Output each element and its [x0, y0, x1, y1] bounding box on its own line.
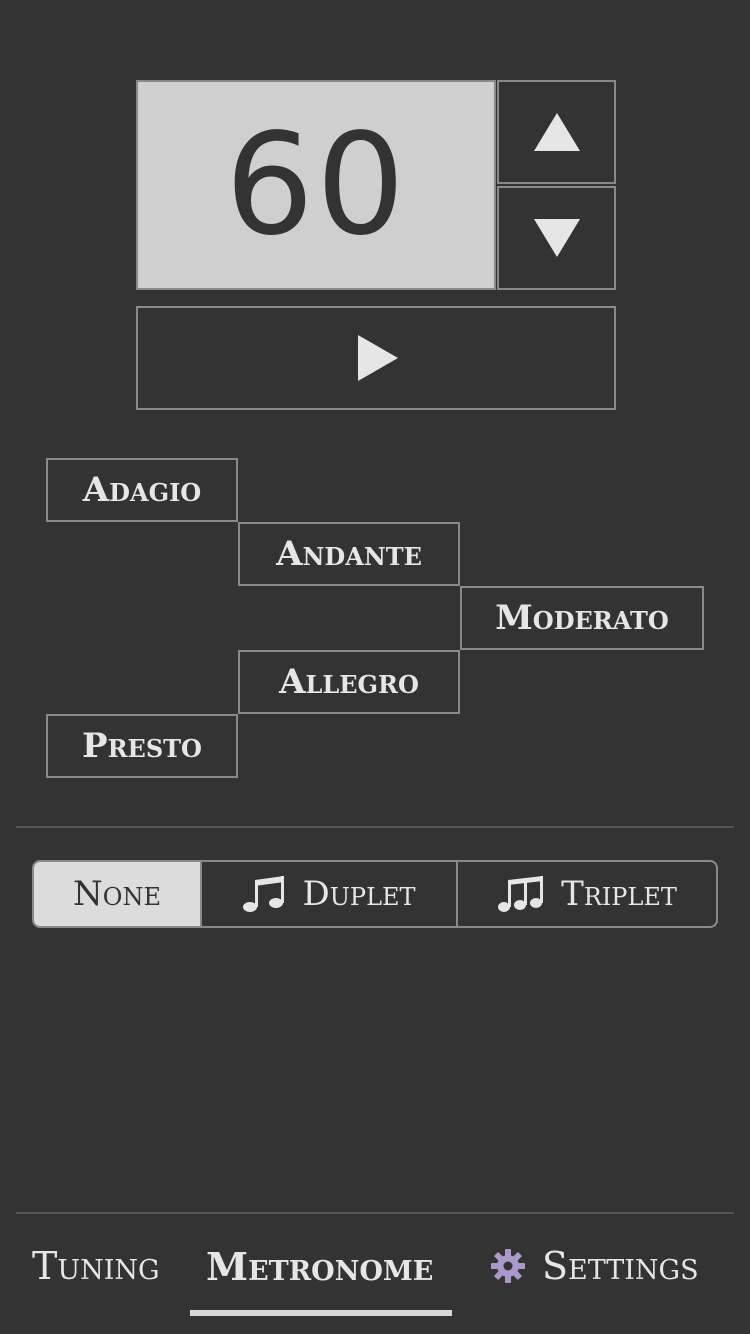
nav-tuning[interactable]: Tuning: [32, 1236, 160, 1296]
subdivision-triplet-label: Triplet: [561, 874, 677, 914]
tempo-andante-button[interactable]: Andante: [238, 522, 460, 586]
nav-divider: [16, 1212, 734, 1214]
subdivision-selector: None Duplet Triplet: [32, 860, 718, 928]
subdivision-triplet[interactable]: Triplet: [458, 862, 716, 926]
active-tab-indicator: [190, 1310, 452, 1316]
bpm-increment-button[interactable]: [497, 80, 616, 184]
tempo-adagio-button[interactable]: Adagio: [46, 458, 238, 522]
nav-metronome[interactable]: Metronome: [206, 1236, 433, 1296]
gear-icon: [491, 1249, 525, 1283]
nav-settings[interactable]: Settings: [490, 1236, 699, 1296]
subdivision-duplet-label: Duplet: [302, 874, 416, 914]
eighth-notes-icon: [243, 876, 285, 912]
bpm-value: 60: [224, 103, 408, 267]
subdivision-none[interactable]: None: [34, 862, 202, 926]
tempo-moderato-button[interactable]: Moderato: [460, 586, 704, 650]
triangle-down-icon: [533, 219, 580, 257]
tempo-presto-button[interactable]: Presto: [46, 714, 238, 778]
play-button[interactable]: [136, 306, 616, 410]
subdivision-none-label: None: [73, 874, 161, 914]
metronome-screen: 60 Adagio Andante Moderato Allegro Prest…: [0, 0, 750, 1334]
triangle-up-icon: [533, 113, 580, 151]
bpm-display: 60: [136, 80, 496, 290]
tempo-allegro-button[interactable]: Allegro: [238, 650, 460, 714]
triplet-notes-icon: [498, 876, 544, 912]
subdivision-duplet[interactable]: Duplet: [202, 862, 458, 926]
nav-settings-label: Settings: [542, 1244, 699, 1288]
nav-tuning-label: Tuning: [32, 1244, 160, 1288]
nav-metronome-label: Metronome: [206, 1243, 434, 1289]
bpm-decrement-button[interactable]: [497, 186, 616, 290]
divider: [16, 826, 734, 828]
play-icon: [358, 335, 398, 381]
